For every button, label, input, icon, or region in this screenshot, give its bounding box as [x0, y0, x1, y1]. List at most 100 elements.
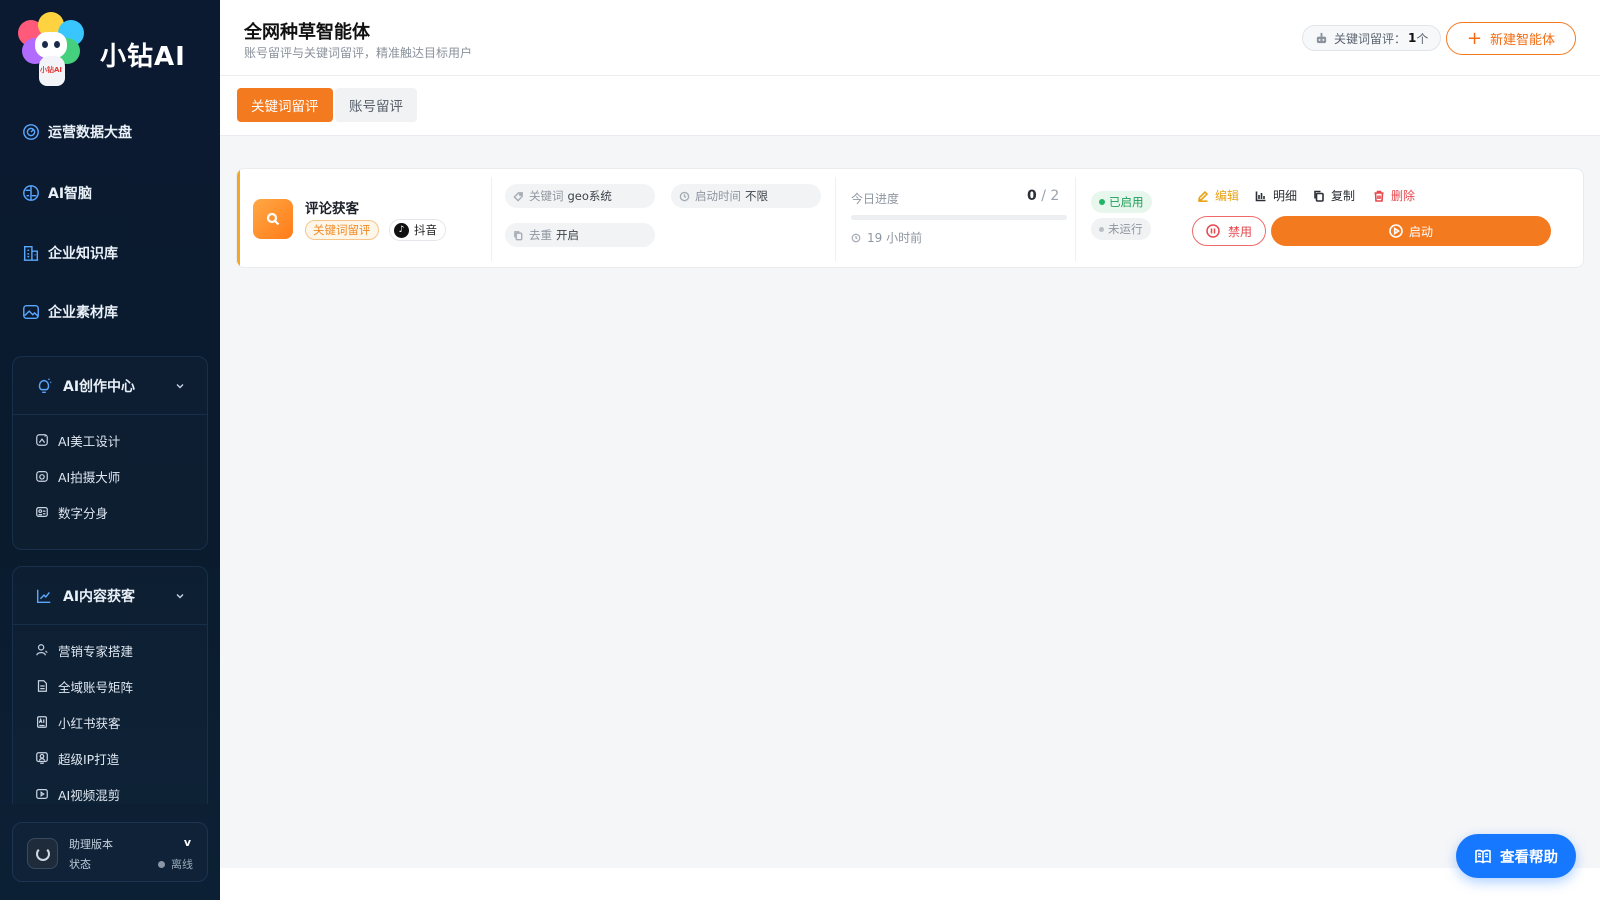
- divider: [1075, 177, 1076, 261]
- delete-button[interactable]: 删除: [1373, 187, 1415, 204]
- divider: [491, 177, 492, 261]
- bulb-icon: [38, 377, 52, 393]
- detail-label: 明细: [1273, 189, 1298, 203]
- sidebar-item-label: 小红书获客: [58, 715, 121, 731]
- page-subtitle: 账号留评与关键词留评，精准触达目标用户: [244, 46, 473, 60]
- start-label: 启动: [1408, 224, 1433, 239]
- palette-icon: [36, 434, 48, 446]
- ip-icon: [36, 752, 48, 764]
- group-label: AI创作中心: [63, 378, 136, 395]
- status-run-label: 未运行: [1108, 222, 1143, 236]
- sidebar-item-knowledge-base[interactable]: 企业知识库: [22, 243, 118, 263]
- copy-icon: [1314, 190, 1324, 202]
- agent-type-tag: 关键词留评: [305, 220, 379, 240]
- assistant-version-label: 助理版本: [69, 838, 113, 851]
- new-agent-label: 新建智能体: [1490, 33, 1556, 48]
- sidebar-group-ai-creation: AI创作中心 AI美工设计 AI拍摄大师 数字分身: [12, 356, 208, 550]
- last-run: 19 小时前: [851, 229, 922, 246]
- group-toggle-ai-creation[interactable]: AI创作中心: [13, 357, 207, 415]
- sidebar-item-ai-brain[interactable]: AI智脑: [22, 183, 92, 203]
- progress-done: 0: [1027, 188, 1037, 204]
- start-button[interactable]: 启动: [1271, 216, 1551, 246]
- disable-label: 禁用: [1227, 224, 1252, 239]
- tab-account-comment[interactable]: 账号留评: [335, 88, 417, 122]
- sidebar-item-dashboard[interactable]: 运营数据大盘: [22, 122, 132, 142]
- sidebar-item-label: AI智脑: [48, 186, 93, 202]
- group-toggle-ai-content[interactable]: AI内容获客: [13, 567, 207, 625]
- sidebar-item-ai-design[interactable]: AI美工设计: [13, 422, 207, 458]
- sidebar-item-label: 超级IP打造: [58, 751, 120, 767]
- sidebar-item-marketing-expert[interactable]: 营销专家搭建: [13, 632, 207, 668]
- copy-button[interactable]: 复制: [1313, 187, 1355, 204]
- page-header: 全网种草智能体 账号留评与关键词留评，精准触达目标用户 关键词留评： 1 个 +…: [220, 0, 1600, 76]
- sidebar-item-digital-avatar[interactable]: 数字分身: [13, 494, 207, 530]
- sidebar: 小钻AI 小钻AI 运营数据大盘 AI智脑 企业知识库 企业素材库 AI创作中心…: [0, 0, 220, 900]
- start-time-value: 不限: [745, 189, 768, 203]
- green-dot-icon: [1099, 199, 1105, 205]
- assistant-version-value: v: [183, 836, 191, 849]
- sidebar-item-ai-video[interactable]: AI视频混剪: [13, 776, 207, 804]
- keyword-count-unit: 个: [1416, 31, 1429, 46]
- status-enabled-label: 已启用: [1109, 195, 1144, 209]
- loading-icon: [27, 838, 58, 869]
- delete-label: 删除: [1391, 189, 1416, 203]
- last-run-value: 19 小时前: [867, 231, 923, 245]
- tab-keyword-comment[interactable]: 关键词留评: [237, 88, 333, 122]
- sidebar-group-ai-content: AI内容获客 营销专家搭建 全域账号矩阵 小红书获客 超级IP打造 AI视频混剪: [12, 566, 208, 804]
- edit-button[interactable]: 编辑: [1197, 187, 1239, 204]
- sidebar-item-label: 运营数据大盘: [48, 125, 132, 141]
- dedup-label: 去重: [529, 228, 552, 242]
- keyword-count-value: 1: [1408, 31, 1417, 45]
- offline-dot-icon: [158, 860, 165, 868]
- keyword-label: 关键词: [529, 189, 564, 203]
- sidebar-item-label: AI美工设计: [58, 433, 121, 449]
- sidebar-item-ai-photo[interactable]: AI拍摄大师: [13, 458, 207, 494]
- copy-label: 复制: [1331, 189, 1356, 203]
- help-label: 查看帮助: [1500, 849, 1558, 866]
- chevron-down-icon: [176, 594, 184, 599]
- trash-icon: [1374, 190, 1384, 202]
- assistant-status-card[interactable]: 助理版本 v 状态 离线: [12, 822, 208, 882]
- trend-icon: [36, 589, 51, 603]
- sidebar-item-asset-library[interactable]: 企业素材库: [22, 302, 118, 322]
- tag-icon: [513, 191, 523, 202]
- assistant-status-label: 状态: [69, 858, 91, 871]
- start-time-label: 启动时间: [695, 189, 741, 203]
- play-icon: [1389, 224, 1403, 238]
- search-icon: [253, 199, 293, 239]
- sidebar-item-label: AI拍摄大师: [58, 469, 121, 485]
- pause-icon: [1206, 224, 1220, 238]
- gray-dot-icon: [1099, 226, 1104, 232]
- mascot-logo-icon: 小钻AI: [18, 12, 84, 96]
- new-agent-button[interactable]: + 新建智能体: [1446, 22, 1576, 55]
- edit-label: 编辑: [1215, 189, 1240, 203]
- brain-icon: [23, 185, 39, 201]
- image-icon: [23, 304, 39, 320]
- status-badge-enabled: 已启用: [1091, 191, 1152, 213]
- tab-bar: 关键词留评 账号留评: [220, 76, 1600, 136]
- sidebar-item-label: 全域账号矩阵: [58, 679, 134, 695]
- card-accent-bar: [237, 169, 240, 267]
- clock-icon: [679, 191, 690, 201]
- book-icon: [1475, 849, 1491, 864]
- detail-button[interactable]: 明细: [1255, 187, 1297, 204]
- agent-card[interactable]: 评论获客 关键词留评 ♪ 抖音 关键词 geo系统 启动时间 不限 去重 开启 今日进…: [236, 168, 1584, 268]
- sidebar-item-super-ip[interactable]: 超级IP打造: [13, 740, 207, 776]
- start-time-pill: 启动时间 不限: [671, 184, 821, 208]
- dedup-value: 开启: [556, 228, 579, 242]
- divider: [835, 177, 836, 261]
- agent-name: 评论获客: [305, 201, 359, 217]
- help-button[interactable]: 查看帮助: [1456, 834, 1576, 878]
- sidebar-item-account-matrix[interactable]: 全域账号矩阵: [13, 668, 207, 704]
- video-icon: [36, 789, 48, 799]
- sidebar-item-label: 企业知识库: [48, 246, 118, 262]
- chevron-down-icon: [176, 384, 184, 389]
- group-label: AI内容获客: [63, 588, 136, 605]
- keyword-pill: 关键词 geo系统: [505, 184, 655, 208]
- id-card-icon: [36, 507, 48, 517]
- user-icon: [36, 644, 48, 656]
- sidebar-item-label: 企业素材库: [48, 305, 118, 321]
- brand[interactable]: 小钻AI 小钻AI: [18, 12, 186, 96]
- sidebar-item-xiaohongshu[interactable]: 小红书获客: [13, 704, 207, 740]
- disable-button[interactable]: 禁用: [1192, 216, 1266, 246]
